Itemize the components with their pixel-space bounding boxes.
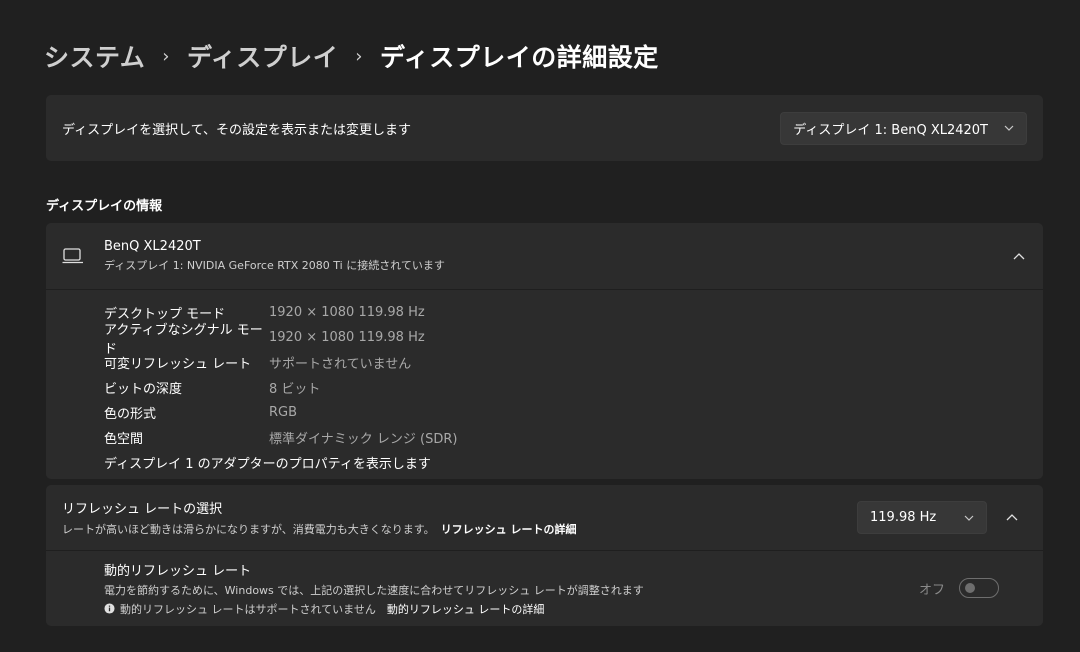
display-info-header[interactable]: BenQ XL2420T ディスプレイ 1: NVIDIA GeForce RT… [46, 223, 1043, 290]
info-row-active-signal: アクティブなシグナル モード 1920 × 1080 119.98 Hz [104, 323, 1043, 357]
dynamic-refresh-title: 動的リフレッシュ レート [104, 563, 252, 579]
info-key: ビットの深度 [104, 382, 183, 397]
breadcrumb-display[interactable]: ディスプレイ [187, 38, 338, 74]
info-value: 1920 × 1080 119.98 Hz [269, 305, 425, 320]
info-value: サポートされていません [269, 357, 412, 372]
refresh-rate-dropdown[interactable]: 119.98 Hz [857, 501, 987, 534]
display-connection: ディスプレイ 1: NVIDIA GeForce RTX 2080 Ti に接続… [104, 259, 445, 272]
info-value: 1920 × 1080 119.98 Hz [269, 330, 425, 345]
dynamic-refresh-unsupported: 動的リフレッシュ レートはサポートされていません [120, 602, 376, 616]
adapter-properties-link[interactable]: ディスプレイ 1 のアダプターのプロパティを表示します [104, 450, 1043, 475]
toggle-state-label: オフ [918, 582, 945, 598]
dynamic-refresh-toggle[interactable] [959, 578, 999, 598]
dynamic-refresh-row: 動的リフレッシュ レート 電力を節約するために、Windows では、上記の選択… [46, 551, 1043, 625]
info-key: 色の形式 [104, 407, 157, 422]
refresh-rate-description: レートが高いほど動きは滑らかになりますが、消費電力も大きくなります。 [62, 523, 435, 536]
display-info-body: デスクトップ モード 1920 × 1080 119.98 Hz アクティブなシ… [46, 290, 1043, 475]
refresh-rate-subtitle: レートが高いほど動きは滑らかになりますが、消費電力も大きくなります。 リフレッシュ… [62, 521, 577, 537]
refresh-rate-details-link[interactable]: リフレッシュ レートの詳細 [441, 523, 577, 536]
info-icon [104, 603, 115, 614]
chevron-up-icon [1006, 514, 1018, 521]
refresh-rate-card: リフレッシュ レートの選択 レートが高いほど動きは滑らかになりますが、消費電力も… [46, 485, 1043, 626]
breadcrumb-system[interactable]: システム [44, 38, 145, 74]
info-key: アクティブなシグナル モード [104, 322, 263, 357]
info-value: RGB [269, 405, 298, 420]
collapse-button[interactable] [1009, 246, 1029, 266]
monitor-icon [62, 248, 83, 264]
breadcrumb-separator: › [355, 45, 363, 67]
dynamic-refresh-note: 動的リフレッシュ レートはサポートされていません 動的リフレッシュ レートの詳細 [104, 601, 644, 617]
display-name: BenQ XL2420T [104, 239, 201, 254]
select-display-label: ディスプレイを選択して、その設定を表示または変更します [62, 122, 412, 138]
refresh-rate-title: リフレッシュ レートの選択 [62, 502, 223, 517]
info-row-color-format: 色の形式 RGB [104, 400, 1043, 425]
chevron-down-icon [1004, 125, 1014, 131]
breadcrumb: システム › ディスプレイ › ディスプレイの詳細設定 [44, 36, 659, 76]
display-dropdown-value: ディスプレイ 1: BenQ XL2420T [793, 122, 988, 138]
info-value: 標準ダイナミック レンジ (SDR) [269, 432, 458, 447]
info-key: 可変リフレッシュ レート [104, 357, 252, 372]
display-info-card: BenQ XL2420T ディスプレイ 1: NVIDIA GeForce RT… [46, 223, 1043, 479]
info-key: 色空間 [104, 432, 144, 447]
chevron-down-icon [964, 515, 974, 521]
breadcrumb-separator: › [162, 45, 170, 67]
info-value: 8 ビット [269, 382, 321, 397]
info-row-vrr: 可変リフレッシュ レート サポートされていません [104, 350, 1043, 375]
section-title-display-info: ディスプレイの情報 [46, 199, 163, 214]
info-row-bit-depth: ビットの深度 8 ビット [104, 375, 1043, 400]
page-title: ディスプレイの詳細設定 [379, 43, 659, 72]
collapse-button[interactable] [997, 503, 1027, 533]
refresh-rate-header: リフレッシュ レートの選択 レートが高いほど動きは滑らかになりますが、消費電力も… [46, 485, 1043, 551]
info-row-color-space: 色空間 標準ダイナミック レンジ (SDR) [104, 425, 1043, 450]
display-dropdown[interactable]: ディスプレイ 1: BenQ XL2420T [780, 111, 1027, 145]
dynamic-refresh-subtitle: 電力を節約するために、Windows では、上記の選択した速度に合わせてリフレッ… [104, 583, 644, 597]
refresh-rate-value: 119.98 Hz [870, 510, 937, 525]
select-display-card: ディスプレイを選択して、その設定を表示または変更します ディスプレイ 1: Be… [46, 95, 1043, 161]
chevron-up-icon [1013, 252, 1025, 259]
dynamic-refresh-details-link[interactable]: 動的リフレッシュ レートの詳細 [387, 601, 545, 617]
